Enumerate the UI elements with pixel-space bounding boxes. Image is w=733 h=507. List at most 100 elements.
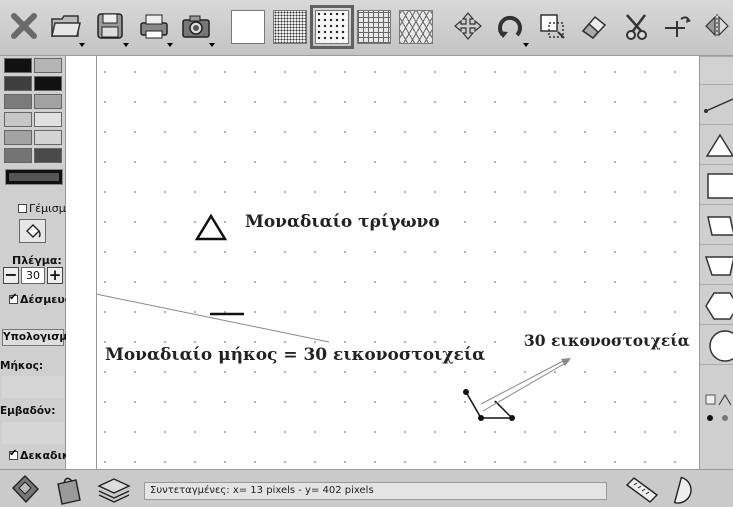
triangle-tool-button[interactable]	[700, 124, 733, 164]
drawing-layer	[97, 213, 571, 421]
vector-icon	[665, 16, 691, 37]
print-icon	[140, 14, 168, 39]
protractor-button[interactable]	[666, 473, 702, 505]
grid-fine-dots-button[interactable]	[273, 10, 307, 44]
grid-blank-button[interactable]	[231, 10, 265, 44]
color-swatch[interactable]	[34, 76, 62, 91]
parallelogram-icon	[707, 216, 733, 236]
crop-icon	[540, 14, 565, 39]
save-button[interactable]	[91, 5, 129, 47]
vertex-point[interactable]	[463, 389, 469, 395]
vertex-point[interactable]	[478, 415, 484, 421]
length-label: Μήκος:	[0, 360, 44, 372]
length-value	[2, 376, 64, 398]
drawing-canvas[interactable]: Μοναδιαίο τρίγωνο Μοναδιαίο μήκος = 30 ε…	[96, 56, 700, 469]
close-button[interactable]	[5, 5, 43, 47]
layers-button[interactable]	[96, 472, 132, 506]
snap-checkbox[interactable]	[9, 292, 18, 304]
line-tool-button[interactable]	[700, 84, 733, 124]
grid-increase-button[interactable]: +	[47, 267, 63, 284]
calculations-button[interactable]: Υπολογισμοί	[2, 329, 78, 346]
area-label: Εμβαδόν:	[0, 405, 56, 417]
bottom-bar: Συντεταγμένες: x= 13 pixels - y= 402 pix…	[0, 469, 733, 507]
open-folder-icon	[51, 15, 81, 37]
camera-icon	[182, 15, 210, 38]
color-swatch[interactable]	[4, 112, 32, 127]
unit-triangle-symbol[interactable]	[194, 213, 228, 241]
left-panel: Γέμισμα Πλέγμα: − 30 + Δέσμευση Υπολογισ…	[0, 56, 81, 469]
layers-icon	[97, 478, 131, 503]
color-swatch[interactable]	[4, 130, 32, 145]
hexagon-tool-button[interactable]	[700, 284, 733, 324]
vector-button[interactable]	[659, 5, 697, 47]
square-tool-button[interactable]	[700, 164, 733, 204]
shape-panel-header	[700, 56, 733, 84]
save-icon	[97, 13, 123, 39]
toolbar	[0, 0, 733, 56]
shape-options	[700, 364, 733, 469]
shop-bag-button[interactable]	[50, 472, 86, 506]
shape-panel	[700, 56, 733, 469]
fill-toggle[interactable]: Γέμισμα	[18, 202, 73, 215]
vertex-point[interactable]	[509, 415, 515, 421]
color-swatch[interactable]	[34, 130, 62, 145]
color-swatch[interactable]	[4, 58, 32, 73]
color-swatch[interactable]	[34, 94, 62, 109]
print-button[interactable]	[135, 5, 173, 47]
grid-dotted-button[interactable]	[310, 5, 354, 49]
grid-square-button[interactable]	[357, 10, 391, 44]
ruler-button[interactable]	[624, 473, 660, 505]
parallelogram-tool-button[interactable]	[700, 204, 733, 244]
unit-triangle-label: Μοναδιαίο τρίγωνο	[245, 212, 440, 232]
circle-tool-button[interactable]	[700, 324, 733, 364]
selected-color	[5, 169, 63, 185]
ruler-icon	[625, 477, 659, 503]
move-button[interactable]	[449, 5, 487, 47]
triangle-icon	[705, 133, 733, 157]
canvas-margin	[66, 56, 96, 469]
crop-button[interactable]	[533, 5, 571, 47]
screenshot-button[interactable]	[177, 5, 215, 47]
rotate-button[interactable]	[491, 5, 529, 47]
color-swatch[interactable]	[4, 94, 32, 109]
pixels-label: 30 εικονοστοιχεία	[524, 331, 690, 350]
scissors-icon	[626, 14, 647, 40]
unit-length-label: Μοναδιαίο μήκος = 30 εικονοστοιχεία	[105, 345, 486, 365]
bag-icon	[57, 477, 81, 505]
calculator-icon	[12, 475, 39, 504]
scissors-button[interactable]	[617, 5, 655, 47]
eraser-icon	[581, 15, 607, 40]
annotation-arrow	[480, 359, 566, 405]
decimals-checkbox[interactable]	[9, 448, 18, 460]
hexagon-icon	[705, 292, 733, 320]
fill-bucket-button[interactable]	[19, 219, 46, 243]
color-swatch[interactable]	[34, 148, 62, 163]
color-swatch[interactable]	[4, 76, 32, 91]
move-icon	[454, 12, 482, 40]
shape-options-icons	[705, 394, 732, 421]
trapezoid-icon	[704, 256, 733, 276]
flip-icon	[705, 14, 729, 38]
grid-triangular-button[interactable]	[399, 10, 433, 44]
grid-value-field[interactable]: 30	[21, 267, 45, 284]
paint-bucket-icon	[25, 224, 41, 238]
flip-button[interactable]	[701, 5, 733, 47]
color-swatch[interactable]	[34, 58, 62, 73]
area-value	[2, 422, 64, 444]
drawn-polyline[interactable]	[465, 391, 514, 419]
grid-decrease-button[interactable]: −	[3, 267, 19, 284]
color-swatch[interactable]	[34, 112, 62, 127]
square-icon	[707, 173, 733, 199]
circle-icon	[709, 330, 733, 362]
fill-checkbox[interactable]	[18, 204, 27, 213]
eraser-button[interactable]	[575, 5, 613, 47]
close-icon	[11, 13, 37, 39]
line-icon	[704, 98, 733, 113]
color-swatch[interactable]	[4, 148, 32, 163]
rotate-icon	[498, 15, 522, 38]
protractor-icon	[673, 476, 692, 504]
open-button[interactable]	[47, 5, 85, 47]
coordinates-status: Συντεταγμένες: x= 13 pixels - y= 402 pix…	[144, 482, 607, 500]
trapezoid-tool-button[interactable]	[700, 244, 733, 284]
calculator-button[interactable]	[7, 472, 43, 506]
